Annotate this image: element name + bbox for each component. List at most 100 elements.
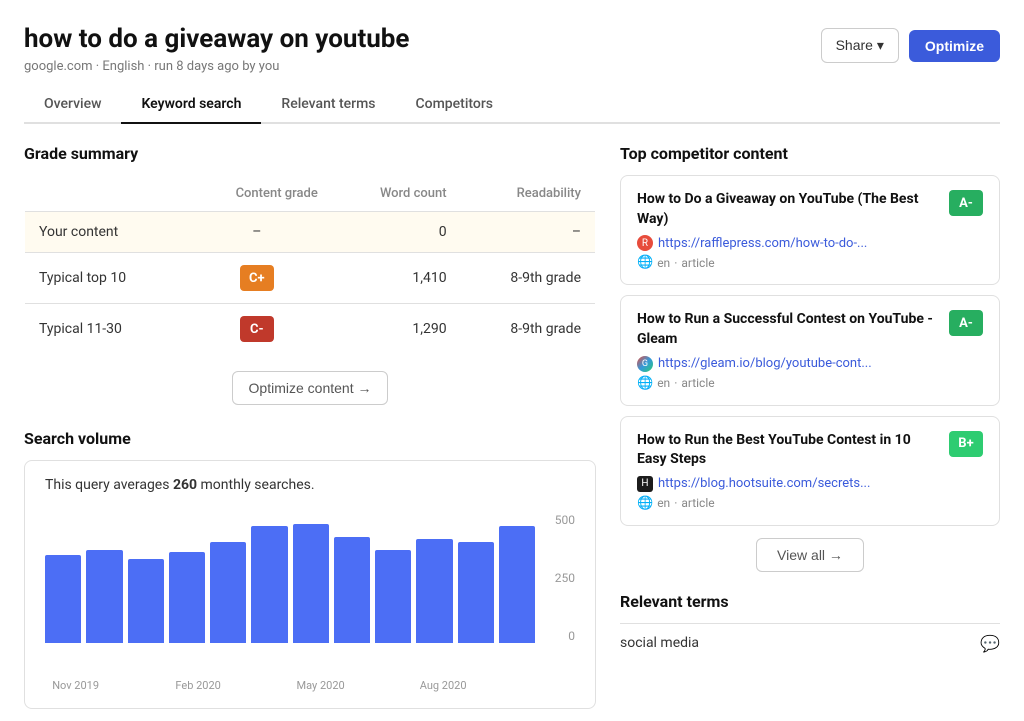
row-word-count: 0 — [332, 212, 461, 253]
page-title: how to do a giveaway on youtube — [24, 24, 409, 55]
optimize-button[interactable]: Optimize — [909, 30, 1000, 62]
y-label-0: 0 — [555, 629, 575, 643]
competitor-meta-2: 🌐 en · article — [637, 376, 983, 391]
bar-8 — [375, 550, 411, 644]
avg-number: 260 — [173, 477, 197, 493]
list-item: social media 💬 — [620, 623, 1000, 663]
lang-2: en — [657, 376, 670, 390]
x-label-may2020: May 2020 — [290, 679, 351, 692]
competitor-url-1[interactable]: R https://rafflepress.com/how-to-do-... — [637, 235, 983, 251]
left-panel: Grade summary Content grade Word count R… — [24, 144, 596, 709]
globe-icon-3: 🌐 — [637, 496, 653, 511]
x-label-aug2020: Aug 2020 — [413, 679, 474, 692]
rafflepress-icon: R — [637, 235, 653, 251]
tab-keyword-search[interactable]: Keyword search — [121, 86, 261, 124]
col-header-label — [25, 176, 182, 212]
bar-6 — [293, 524, 329, 644]
search-avg-text: This query averages 260 monthly searches… — [45, 477, 575, 493]
row-badge: C+ — [182, 253, 332, 304]
y-axis: 500 250 0 — [555, 513, 575, 643]
x-label-nov2019: Nov 2019 — [45, 679, 106, 692]
search-volume-section: Search volume This query averages 260 mo… — [24, 429, 596, 709]
competitor-card-3: How to Run the Best YouTube Contest in 1… — [620, 416, 1000, 526]
bar-0 — [45, 555, 81, 643]
row-word-count: 1,290 — [332, 304, 461, 355]
right-panel: Top competitor content How to Do a Givea… — [620, 144, 1000, 709]
row-readability: 8-9th grade — [461, 253, 596, 304]
row-badge: C- — [182, 304, 332, 355]
optimize-content-button[interactable]: Optimize content → — [232, 371, 389, 405]
page-meta: google.com · English · run 8 days ago by… — [24, 59, 409, 74]
competitor-meta-3: 🌐 en · article — [637, 496, 983, 511]
dot-2: · — [674, 376, 677, 390]
grade-summary-title: Grade summary — [24, 144, 596, 163]
chat-icon[interactable]: 💬 — [980, 634, 1000, 653]
view-all-container: View all → — [620, 538, 1000, 572]
x-label-empty3 — [351, 679, 412, 692]
competitor-title-2: How to Run a Successful Contest on YouTu… — [637, 310, 941, 349]
competitor-title-3: How to Run the Best YouTube Contest in 1… — [637, 431, 941, 470]
y-label-250: 250 — [555, 571, 575, 585]
y-label-500: 500 — [555, 513, 575, 527]
chart-area: 500 250 0 — [45, 513, 575, 673]
row-label: Your content — [25, 212, 182, 253]
share-button[interactable]: Share ▾ — [821, 28, 899, 63]
tab-bar: Overview Keyword search Relevant terms C… — [24, 86, 1000, 124]
row-label: Typical top 10 — [25, 253, 182, 304]
competitor-badge-3: B+ — [949, 431, 983, 457]
avg-prefix: This query averages — [45, 477, 173, 493]
top-competitor-title: Top competitor content — [620, 144, 1000, 163]
col-header-content-grade: Content grade — [182, 176, 332, 212]
bar-5 — [251, 526, 287, 643]
grade-table: Content grade Word count Readability You… — [24, 175, 596, 355]
main-content: Grade summary Content grade Word count R… — [24, 144, 1000, 709]
x-labels: Nov 2019 Feb 2020 May 2020 Aug 2020 — [45, 679, 575, 692]
header-actions: Share ▾ Optimize — [821, 28, 1000, 63]
bar-3 — [169, 552, 205, 643]
tab-competitors[interactable]: Competitors — [396, 86, 513, 124]
search-volume-box: This query averages 260 monthly searches… — [24, 460, 596, 709]
chart-bars — [45, 513, 575, 643]
type-1: article — [681, 256, 714, 270]
competitor-badge-1: A- — [949, 190, 983, 216]
competitor-url-2[interactable]: G https://gleam.io/blog/youtube-cont... — [637, 356, 983, 372]
avg-suffix: monthly searches. — [197, 477, 315, 493]
competitor-title-1: How to Do a Giveaway on YouTube (The Bes… — [637, 190, 941, 229]
table-row: Typical top 10 C+ 1,410 8-9th grade — [25, 253, 596, 304]
competitor-card-1: How to Do a Giveaway on YouTube (The Bes… — [620, 175, 1000, 285]
lang-3: en — [657, 496, 670, 510]
page-header: how to do a giveaway on youtube google.c… — [24, 24, 1000, 74]
competitor-card-header: How to Do a Giveaway on YouTube (The Bes… — [637, 190, 983, 229]
bar-7 — [334, 537, 370, 644]
row-label: Typical 11-30 — [25, 304, 182, 355]
type-2: article — [681, 376, 714, 390]
competitor-url-3[interactable]: H https://blog.hootsuite.com/secrets... — [637, 476, 983, 492]
globe-icon: 🌐 — [637, 255, 653, 270]
competitor-meta-1: 🌐 en · article — [637, 255, 983, 270]
relevant-terms-section: Relevant terms social media 💬 — [620, 592, 1000, 663]
bar-2 — [128, 559, 164, 644]
grade-badge: C+ — [240, 265, 274, 291]
tab-overview[interactable]: Overview — [24, 86, 121, 124]
table-row: Typical 11-30 C- 1,290 8-9th grade — [25, 304, 596, 355]
tab-relevant-terms[interactable]: Relevant terms — [261, 86, 395, 124]
relevant-terms-title: Relevant terms — [620, 592, 1000, 611]
search-volume-title: Search volume — [24, 429, 596, 448]
view-all-button[interactable]: View all → — [756, 538, 864, 572]
dot-3: · — [674, 496, 677, 510]
x-label-feb2020: Feb 2020 — [168, 679, 229, 692]
col-header-word-count: Word count — [332, 176, 461, 212]
hootsuite-icon: H — [637, 476, 653, 492]
competitor-badge-2: A- — [949, 310, 983, 336]
competitor-card-header-2: How to Run a Successful Contest on YouTu… — [637, 310, 983, 349]
lang-1: en — [657, 256, 670, 270]
row-readability: 8-9th grade — [461, 304, 596, 355]
x-label-empty4 — [474, 679, 535, 692]
row-readability: – — [461, 212, 596, 253]
header-left: how to do a giveaway on youtube google.c… — [24, 24, 409, 74]
row-word-count: 1,410 — [332, 253, 461, 304]
bar-4 — [210, 542, 246, 643]
globe-icon-2: 🌐 — [637, 376, 653, 391]
type-3: article — [681, 496, 714, 510]
col-header-readability: Readability — [461, 176, 596, 212]
